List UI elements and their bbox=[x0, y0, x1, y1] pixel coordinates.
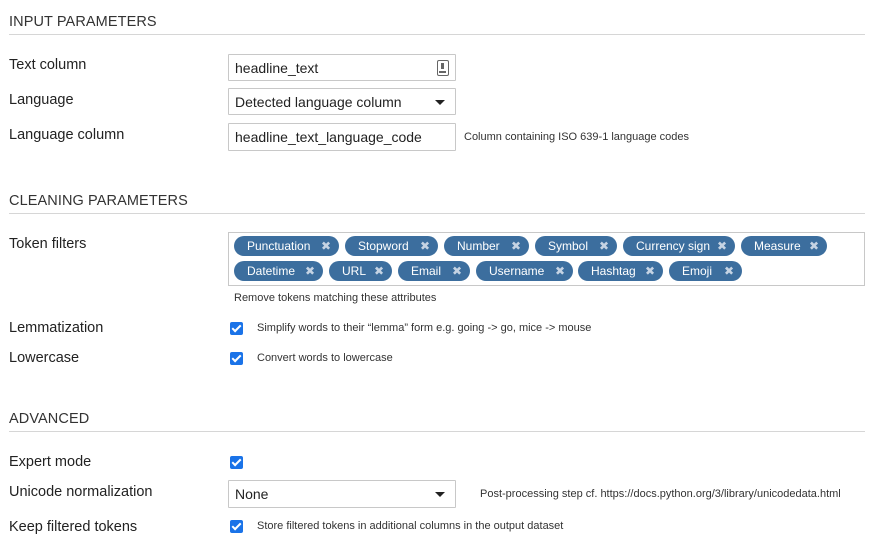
tag-label: Hashtag bbox=[591, 264, 636, 278]
section-title-input-parameters: INPUT PARAMETERS bbox=[9, 14, 157, 30]
text-column-label: Text column bbox=[9, 57, 87, 73]
unicode-normalization-help: Post-processing step cf. https://docs.py… bbox=[480, 488, 841, 500]
tag-stopword[interactable]: Stopword ✖ bbox=[345, 236, 438, 256]
section-divider bbox=[9, 213, 865, 214]
tag-measure[interactable]: Measure ✖ bbox=[741, 236, 827, 256]
token-filters-label: Token filters bbox=[9, 236, 87, 252]
section-title-advanced: ADVANCED bbox=[9, 411, 90, 427]
tag-url[interactable]: URL ✖ bbox=[329, 261, 392, 281]
tag-label: Email bbox=[411, 264, 442, 278]
tag-label: Punctuation bbox=[247, 239, 311, 253]
lowercase-description: Convert words to lowercase bbox=[257, 352, 393, 364]
keep-filtered-tokens-checkbox[interactable] bbox=[230, 520, 243, 533]
close-icon[interactable]: ✖ bbox=[717, 236, 727, 256]
tag-currency-sign[interactable]: Currency sign ✖ bbox=[623, 236, 735, 256]
language-select[interactable]: Detected language column bbox=[228, 88, 456, 115]
tag-datetime[interactable]: Datetime ✖ bbox=[234, 261, 323, 281]
close-icon[interactable]: ✖ bbox=[420, 236, 430, 256]
tag-username[interactable]: Username ✖ bbox=[476, 261, 573, 281]
tag-label: Currency sign bbox=[636, 239, 711, 253]
token-filters-help: Remove tokens matching these attributes bbox=[234, 292, 437, 304]
close-icon[interactable]: ✖ bbox=[321, 236, 331, 256]
tag-label: Emoji bbox=[682, 264, 713, 278]
unicode-normalization-value: None bbox=[235, 486, 269, 502]
language-column-help: Column containing ISO 639-1 language cod… bbox=[464, 131, 690, 143]
tag-label: URL bbox=[342, 264, 367, 278]
language-column-input[interactable]: headline_text_language_code bbox=[228, 123, 456, 151]
keep-filtered-tokens-label: Keep filtered tokens bbox=[9, 519, 138, 535]
tag-email[interactable]: Email ✖ bbox=[398, 261, 470, 281]
close-icon[interactable]: ✖ bbox=[724, 261, 734, 281]
lemmatization-checkbox[interactable] bbox=[230, 322, 243, 335]
tag-symbol[interactable]: Symbol ✖ bbox=[535, 236, 617, 256]
close-icon[interactable]: ✖ bbox=[645, 261, 655, 281]
tag-label: Datetime bbox=[247, 264, 296, 278]
text-column-value: headline_text bbox=[235, 59, 319, 76]
close-icon[interactable]: ✖ bbox=[809, 236, 819, 256]
close-icon[interactable]: ✖ bbox=[374, 261, 384, 281]
close-icon[interactable]: ✖ bbox=[599, 236, 609, 256]
unicode-normalization-select[interactable]: None bbox=[228, 480, 456, 508]
close-icon[interactable]: ✖ bbox=[305, 261, 315, 281]
tag-label: Number bbox=[457, 239, 500, 253]
tag-label: Measure bbox=[754, 239, 801, 253]
section-divider bbox=[9, 34, 865, 35]
tag-number[interactable]: Number ✖ bbox=[444, 236, 529, 256]
unicode-normalization-label: Unicode normalization bbox=[9, 484, 153, 500]
tag-hashtag[interactable]: Hashtag ✖ bbox=[578, 261, 663, 281]
lemmatization-description: Simplify words to their “lemma” form e.g… bbox=[257, 322, 592, 334]
language-label: Language bbox=[9, 92, 74, 108]
language-column-label: Language column bbox=[9, 127, 125, 143]
section-divider bbox=[9, 431, 865, 432]
close-icon[interactable]: ✖ bbox=[555, 261, 565, 281]
chevron-down-icon bbox=[435, 99, 445, 105]
tag-label: Symbol bbox=[548, 239, 589, 253]
section-title-cleaning-parameters: CLEANING PARAMETERS bbox=[9, 193, 188, 209]
expert-mode-checkbox[interactable] bbox=[230, 456, 243, 469]
close-icon[interactable]: ✖ bbox=[511, 236, 521, 256]
chevron-down-icon bbox=[435, 492, 445, 497]
tag-label: Stopword bbox=[358, 239, 409, 253]
tag-punctuation[interactable]: Punctuation ✖ bbox=[234, 236, 339, 256]
close-icon[interactable]: ✖ bbox=[452, 261, 462, 281]
language-column-value: headline_text_language_code bbox=[235, 129, 422, 145]
lemmatization-label: Lemmatization bbox=[9, 320, 104, 336]
tag-label: Username bbox=[489, 264, 545, 278]
language-value: Detected language column bbox=[235, 93, 402, 110]
tag-emoji[interactable]: Emoji ✖ bbox=[669, 261, 742, 281]
lowercase-label: Lowercase bbox=[9, 350, 80, 366]
lowercase-checkbox[interactable] bbox=[230, 352, 243, 365]
expert-mode-label: Expert mode bbox=[9, 454, 92, 470]
column-icon bbox=[437, 60, 449, 76]
text-column-select[interactable]: headline_text bbox=[228, 54, 456, 81]
keep-filtered-tokens-description: Store filtered tokens in additional colu… bbox=[257, 520, 564, 532]
